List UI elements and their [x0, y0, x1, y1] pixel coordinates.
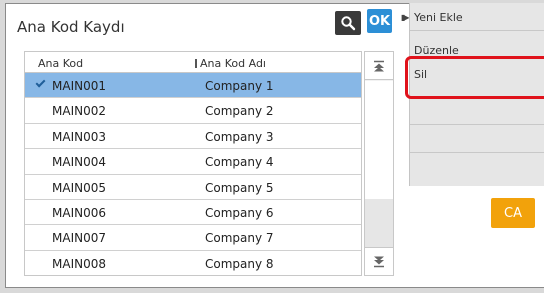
- row-code: MAIN006: [52, 205, 106, 220]
- table-row[interactable]: MAIN008 Company 8: [25, 251, 361, 276]
- scroll-thumb[interactable]: [365, 199, 393, 247]
- row-name: Company 7: [205, 231, 274, 246]
- table-row[interactable]: MAIN007 Company 7: [25, 225, 361, 251]
- table-row[interactable]: MAIN004 Company 4: [25, 149, 361, 175]
- menu-item-empty: [410, 153, 544, 186]
- menu-item-empty: [410, 97, 544, 125]
- scroll-track[interactable]: [365, 81, 393, 199]
- scroll-up-button[interactable]: [365, 52, 393, 80]
- table-row[interactable]: MAIN002 Company 2: [25, 98, 361, 124]
- row-name: Company 6: [205, 205, 274, 220]
- expand-arrow-icon[interactable]: ▮▶: [401, 13, 409, 22]
- row-name: Company 2: [205, 104, 274, 119]
- scroll-down-icon: [374, 256, 384, 267]
- menu-item-label: Yeni Ekle: [414, 11, 463, 24]
- table-scrollbar[interactable]: [364, 51, 394, 276]
- row-code: MAIN008: [52, 256, 106, 271]
- code-table: Ana Kod Ana Kod Adı MAIN001 Company 1 MA…: [24, 51, 362, 276]
- ca-button[interactable]: CA: [491, 198, 535, 228]
- row-code: MAIN002: [52, 104, 106, 119]
- row-code: MAIN007: [52, 231, 106, 246]
- table-row[interactable]: MAIN003 Company 3: [25, 124, 361, 150]
- scroll-up-icon: [374, 60, 384, 71]
- column-header-code[interactable]: Ana Kod: [38, 57, 83, 70]
- pin-icon: [195, 59, 197, 68]
- search-button[interactable]: [335, 11, 361, 35]
- column-header-name[interactable]: Ana Kod Adı: [195, 57, 266, 70]
- table-row[interactable]: MAIN001 Company 1: [25, 73, 361, 99]
- row-code: MAIN005: [52, 180, 106, 195]
- dialog-title: Ana Kod Kaydı: [17, 18, 125, 36]
- row-code: MAIN001: [52, 79, 106, 93]
- row-code: MAIN003: [52, 129, 106, 144]
- check-icon: [35, 77, 46, 88]
- menu-item-edit[interactable]: Düzenle: [410, 31, 544, 57]
- menu-item-empty: [410, 125, 544, 153]
- row-name: Company 4: [205, 155, 274, 170]
- row-name: Company 1: [205, 79, 274, 93]
- row-name: Company 8: [205, 256, 274, 271]
- ok-button[interactable]: OK: [367, 9, 392, 33]
- row-name: Company 3: [205, 129, 274, 144]
- search-icon: [341, 16, 356, 31]
- row-name: Company 5: [205, 180, 274, 195]
- table-row[interactable]: MAIN005 Company 5: [25, 175, 361, 200]
- row-code: MAIN004: [52, 155, 106, 170]
- scroll-down-button[interactable]: [365, 247, 393, 275]
- highlight-frame: [405, 56, 544, 99]
- table-row[interactable]: MAIN006 Company 6: [25, 200, 361, 226]
- table-header: Ana Kod Ana Kod Adı: [25, 52, 361, 73]
- menu-item-add-new[interactable]: Yeni Ekle: [410, 3, 544, 31]
